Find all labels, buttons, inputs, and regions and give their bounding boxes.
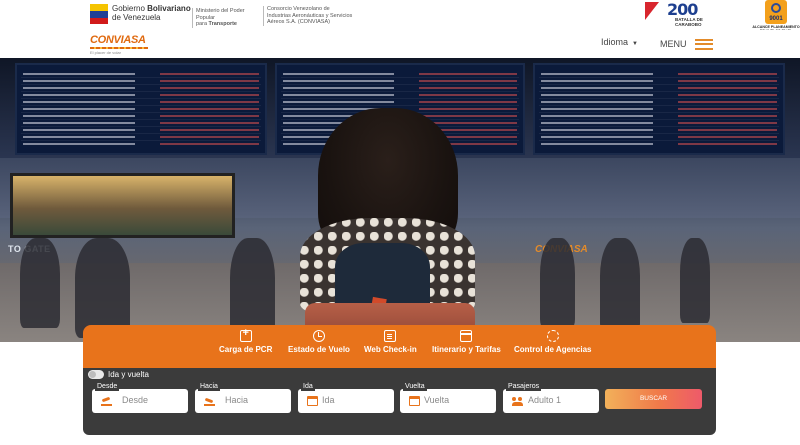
field-label: Hacia [198, 382, 220, 391]
calendar-icon [460, 330, 473, 342]
tab-web-checkin[interactable]: Web Check-in [364, 330, 417, 354]
origin-field[interactable]: Desde Desde [92, 382, 188, 413]
carabobo-200-logo: 200 BATALLA DE CARABOBO [645, 0, 713, 28]
clock-icon [312, 330, 325, 342]
roundtrip-toggle-group: Ida y vuelta [88, 370, 149, 379]
origin-input[interactable]: Desde [122, 395, 148, 405]
government-title: Gobierno Bolivariano de Venezuela [112, 4, 191, 22]
booking-tabs-bar: Carga de PCR Estado de Vuelo Web Check-i… [83, 325, 716, 368]
carabobo-subtitle: BATALLA DE CARABOBO [675, 17, 703, 27]
logo-wordmark: CONVIASA [90, 34, 146, 46]
medical-kit-icon [239, 327, 252, 342]
tab-label: Control de Agencias [514, 345, 592, 354]
calendar-icon [409, 396, 420, 406]
field-label: Pasajeros [506, 382, 542, 391]
departures-board [533, 63, 785, 155]
iso-number: 9001 [769, 16, 783, 22]
iso-badge-icon: 9001 [765, 0, 787, 24]
return-date-input[interactable]: Vuelta [424, 395, 449, 405]
traveler-silhouette [230, 238, 275, 338]
passengers-icon [512, 396, 523, 406]
menu-button[interactable]: MENU [660, 36, 713, 52]
roundtrip-toggle[interactable] [88, 370, 104, 379]
consorcio-label: Consorcio Venezolano de Industrias Aeron… [263, 6, 353, 26]
tab-carga-pcr[interactable]: Carga de PCR [219, 327, 273, 354]
document-icon [384, 330, 397, 342]
passengers-select[interactable]: Adulto 1 [528, 395, 561, 405]
destination-field[interactable]: Hacia Hacia [195, 382, 291, 413]
caret-down-icon: ▼ [632, 41, 638, 47]
landing-icon [204, 396, 215, 406]
traveler-silhouette [680, 238, 710, 323]
tab-itinerario-tarifas[interactable]: Itinerario y Tarifas [432, 330, 501, 354]
tab-estado-vuelo[interactable]: Estado de Vuelo [288, 330, 350, 354]
hamburger-icon [694, 36, 713, 52]
venezuela-flag-icon [90, 4, 108, 24]
menu-label: MENU [660, 39, 687, 49]
roundtrip-label: Ida y vuelta [108, 370, 149, 379]
traveler-silhouette [20, 238, 60, 328]
conviasa-logo[interactable]: CONVIASA El placer de volar [90, 34, 160, 55]
landscape-screen [10, 173, 235, 238]
government-header: Gobierno Bolivariano de Venezuela Minist… [0, 0, 800, 30]
hero-image: TO GATE CONVIASA [0, 58, 800, 342]
calendar-icon [307, 396, 318, 406]
tab-label: Estado de Vuelo [288, 345, 350, 354]
passengers-field[interactable]: Pasajeros Adulto 1 [503, 382, 599, 413]
language-dropdown[interactable]: Idioma ▼ [601, 37, 638, 47]
carabobo-flag-icon [645, 2, 659, 20]
field-label: Vuelta [403, 382, 427, 391]
traveler-silhouette [75, 238, 130, 338]
return-date-field[interactable]: Vuelta Vuelta [400, 382, 496, 413]
departures-board [15, 63, 267, 155]
tab-label: Web Check-in [364, 345, 417, 354]
language-label: Idioma [601, 37, 629, 47]
departure-date-field[interactable]: Ida Ida [298, 382, 394, 413]
ministry-label: Ministerio del Poder Popular para Transp… [192, 8, 264, 28]
tab-control-agencias[interactable]: Control de Agencias [514, 330, 592, 354]
tab-label: Itinerario y Tarifas [432, 345, 501, 354]
gear-icon [546, 330, 559, 342]
traveler-silhouette [600, 238, 640, 333]
traveler-silhouette [540, 238, 575, 328]
tab-label: Carga de PCR [219, 345, 273, 354]
field-label: Ida [301, 382, 315, 391]
departure-date-input[interactable]: Ida [322, 395, 335, 405]
takeoff-icon [101, 396, 112, 406]
field-label: Desde [95, 382, 120, 391]
logo-tagline: El placer de volar [90, 50, 121, 55]
destination-input[interactable]: Hacia [225, 395, 248, 405]
logo-stripe [90, 47, 148, 49]
search-button[interactable]: BUSCAR [605, 389, 702, 409]
page: Gobierno Bolivariano de Venezuela Minist… [0, 0, 800, 445]
